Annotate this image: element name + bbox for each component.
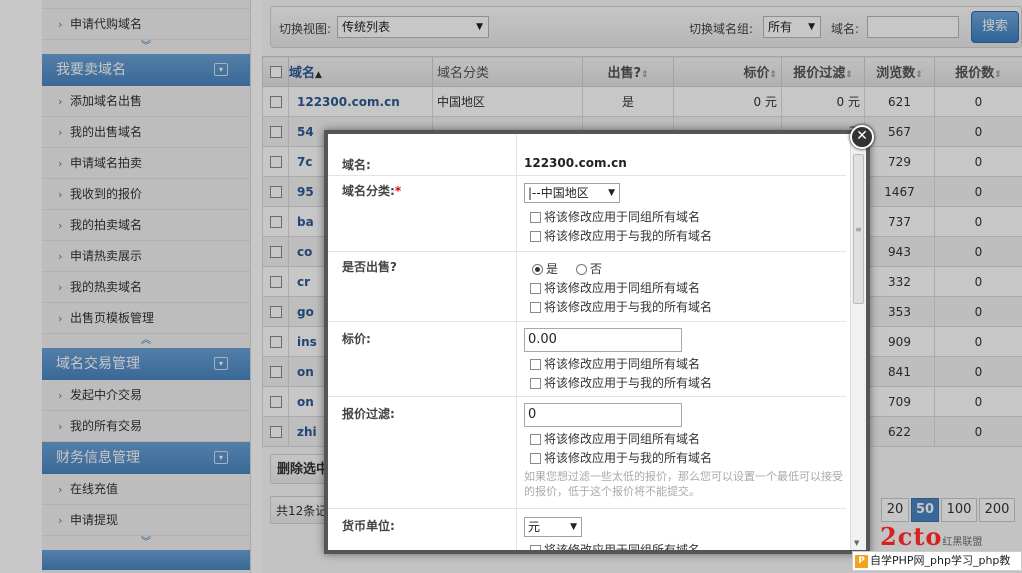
checkbox[interactable] — [530, 453, 541, 464]
dropdown-caret-icon: ▼ — [608, 188, 615, 198]
currency-select[interactable]: 元 ▼ — [524, 517, 582, 537]
sale-apply-group[interactable]: 将该修改应用于同组所有域名 — [530, 279, 700, 296]
checkbox[interactable] — [530, 545, 541, 550]
watermark-bar: P 自学PHP网_php学习_php教 — [852, 551, 1022, 571]
checkbox[interactable] — [530, 302, 541, 313]
radio-selected-icon[interactable] — [532, 264, 543, 275]
sale-yes-radio[interactable]: 是 — [532, 260, 558, 277]
filter-input[interactable]: 0 — [524, 403, 682, 427]
price-apply-all[interactable]: 将该修改应用于与我的所有域名 — [530, 374, 712, 391]
scroll-down-icon[interactable]: ▼ — [854, 539, 859, 547]
filter-apply-group[interactable]: 将该修改应用于同组所有域名 — [530, 430, 700, 447]
radio-icon[interactable] — [576, 264, 587, 275]
currency-apply-group[interactable]: 将该修改应用于同组所有域名 — [530, 541, 700, 550]
close-icon[interactable]: ✕ — [850, 125, 874, 149]
currency-label: 货币单位: — [342, 519, 395, 533]
php-icon: P — [855, 554, 868, 568]
filter-label: 报价过滤: — [342, 407, 395, 421]
scrollbar-thumb[interactable]: ≡ — [853, 154, 864, 304]
row-currency: 货币单位: 元 ▼ 将该修改应用于同组所有域名 — [328, 509, 846, 550]
row-offer-filter: 报价过滤: 0 将该修改应用于同组所有域名 将该修改应用于与我的所有域名 如果您… — [328, 397, 846, 509]
dropdown-caret-icon: ▼ — [570, 522, 577, 532]
filter-apply-all[interactable]: 将该修改应用于与我的所有域名 — [530, 449, 712, 466]
category-select[interactable]: |--中国地区 ▼ — [524, 183, 620, 203]
row-category: 域名分类:* |--中国地区 ▼ 将该修改应用于同组所有域名 将该修改应用于与我的… — [328, 176, 846, 252]
category-apply-all[interactable]: 将该修改应用于与我的所有域名 — [530, 227, 712, 244]
sale-apply-all[interactable]: 将该修改应用于与我的所有域名 — [530, 298, 712, 315]
checkbox[interactable] — [530, 283, 541, 294]
dialog-form: 域名: 122300.com.cn 域名分类:* |--中国地区 ▼ 将该修改应用… — [328, 134, 846, 550]
edit-domain-dialog: 域名: 122300.com.cn 域名分类:* |--中国地区 ▼ 将该修改应用… — [324, 130, 870, 554]
sale-label: 是否出售? — [342, 260, 397, 274]
checkbox[interactable] — [530, 359, 541, 370]
price-apply-group[interactable]: 将该修改应用于同组所有域名 — [530, 355, 700, 372]
row-sale: 是否出售? 是 否 将该修改应用于同组所有域名 将该修改应用于与我的所有域名 — [328, 252, 846, 322]
checkbox[interactable] — [530, 378, 541, 389]
price-input[interactable]: 0.00 — [524, 328, 682, 352]
sale-no-radio[interactable]: 否 — [576, 260, 602, 277]
checkbox[interactable] — [530, 231, 541, 242]
checkbox[interactable] — [530, 212, 541, 223]
category-apply-group[interactable]: 将该修改应用于同组所有域名 — [530, 208, 700, 225]
category-label: 域名分类:* — [342, 184, 402, 198]
domain-value: 122300.com.cn — [524, 156, 627, 170]
watermark-logo: 2cto红黑联盟 — [880, 524, 983, 550]
filter-hint: 如果您想过滤一些太低的报价，那么您可以设置一个最低可以接受的报价，低于这个报价将… — [524, 470, 843, 498]
domain-label: 域名: — [342, 158, 371, 172]
row-domain: 域名: 122300.com.cn — [328, 134, 846, 176]
checkbox[interactable] — [530, 434, 541, 445]
price-label: 标价: — [342, 332, 371, 346]
row-price: 标价: 0.00 将该修改应用于同组所有域名 将该修改应用于与我的所有域名 — [328, 322, 846, 397]
dialog-scrollbar[interactable]: ▲ ≡ ▼ — [850, 134, 866, 550]
